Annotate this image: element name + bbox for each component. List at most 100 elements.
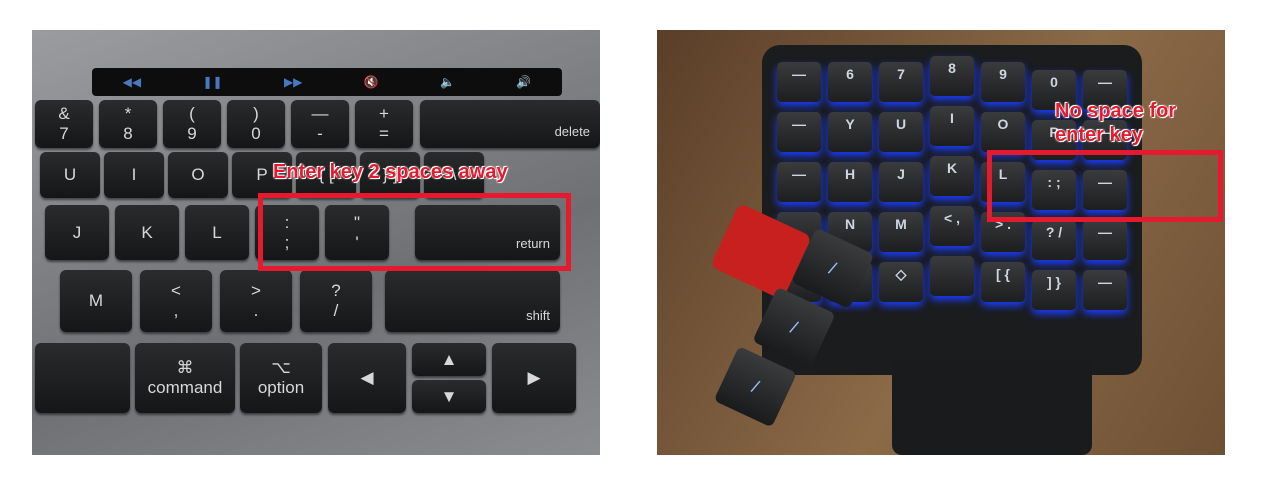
key-label: * (124, 104, 132, 124)
key: K (115, 205, 179, 260)
key: ▶ (492, 343, 576, 413)
thumb-key: / (752, 286, 836, 369)
key: M (60, 270, 132, 332)
key: I (930, 106, 974, 146)
key-label: . (253, 301, 259, 320)
key: K (930, 156, 974, 196)
key-label: shift (526, 308, 550, 324)
volume-up-icon: 🔊 (516, 75, 532, 89)
key-label: ) (253, 104, 259, 124)
key: U (40, 152, 100, 198)
key-label: L (212, 222, 222, 242)
annotation-line: enter key (1055, 124, 1143, 146)
key: delete (420, 100, 600, 148)
key-label: 8 (123, 124, 133, 143)
key: — (777, 62, 821, 102)
key: (9 (163, 100, 221, 148)
wrist-rest (892, 360, 1092, 455)
key-label: U (63, 165, 77, 185)
key-label: > (251, 281, 261, 301)
key: M (879, 212, 923, 252)
volume-down-icon: 🔈 (440, 75, 455, 89)
key: * 8 (99, 100, 157, 148)
key-label: + (379, 104, 389, 124)
key: — (1083, 270, 1127, 310)
rewind-icon: ◀◀ (122, 75, 142, 89)
key: U (879, 112, 923, 152)
key: I (104, 152, 164, 198)
key-label: ▲ (440, 349, 458, 369)
key: ) 0 (227, 100, 285, 148)
key: 8 (930, 56, 974, 96)
key-label: 0 (251, 124, 261, 143)
key-label: M (88, 291, 104, 311)
key: & 7 (35, 100, 93, 148)
key-label: ( (189, 104, 195, 124)
key: ▼ (412, 380, 486, 413)
key: + = (355, 100, 413, 148)
key: ⌘ command (135, 343, 235, 413)
key: 7 (879, 62, 923, 102)
annotation-line: No space for (1055, 100, 1177, 122)
highlight-box-left (258, 193, 571, 271)
key: <, (140, 270, 212, 332)
key: ? / (1032, 220, 1076, 260)
key: — (1083, 220, 1127, 260)
mute-icon: 🔇 (363, 75, 379, 89)
key-label: = (379, 124, 389, 143)
key: < , (930, 206, 974, 246)
forward-icon: ▶▶ (283, 75, 303, 89)
key-label: ? (331, 281, 341, 301)
key-label: ▼ (440, 386, 458, 406)
key-label: — (311, 104, 329, 124)
key-label: ⌥ (271, 358, 291, 378)
key-label: ▶ (527, 368, 541, 388)
annotation-right: No space for enter key (1055, 99, 1176, 147)
key-label: J (72, 222, 82, 242)
key: — (777, 162, 821, 202)
key-label: , (173, 301, 179, 320)
key: 6 (828, 62, 872, 102)
highlight-box-right (987, 150, 1223, 222)
key-label: delete (554, 124, 590, 140)
key-label: / (333, 301, 339, 320)
key: ? / (300, 270, 372, 332)
key: L (185, 205, 249, 260)
annotation-left: Enter key 2 spaces away (273, 161, 508, 183)
key: >. (220, 270, 292, 332)
key-label: < (171, 281, 181, 301)
key-label: P (256, 165, 268, 185)
key: ▲ (412, 343, 486, 376)
key-label: ⌘ (176, 358, 194, 378)
key: [ { (981, 262, 1025, 302)
red-thumb-key (709, 202, 813, 301)
key: J (879, 162, 923, 202)
key-label: 7 (59, 124, 69, 143)
key: J (45, 205, 109, 260)
thumb-key: / (713, 346, 798, 428)
key: 9 (981, 62, 1025, 102)
key (35, 343, 130, 413)
key-label: O (191, 165, 205, 185)
key: shift (385, 270, 560, 332)
key: H (828, 162, 872, 202)
key: O (168, 152, 228, 198)
key-label: 9 (187, 124, 197, 143)
key: O (981, 112, 1025, 152)
touch-bar: ◀◀ ❚❚ ▶▶ 🔇 🔈 🔊 (92, 68, 562, 96)
pause-icon: ❚❚ (202, 75, 223, 89)
key: — (777, 112, 821, 152)
key-label: ◀ (360, 368, 374, 388)
key: ] } (1032, 270, 1076, 310)
key: ◀ (328, 343, 406, 413)
key: — - (291, 100, 349, 148)
key: ⌥ option (240, 343, 322, 413)
key: Y (828, 112, 872, 152)
key-label: - (317, 124, 323, 143)
key-label: K (141, 222, 153, 242)
key-label: option (257, 378, 305, 397)
key-label: command (147, 378, 223, 397)
key-label: I (131, 165, 137, 185)
key-label: & (58, 104, 70, 124)
split-keyboard-photo: —67890——YUIOP——HJKL: ;—NM< ,> .? /—◇◇[ {… (657, 30, 1225, 455)
